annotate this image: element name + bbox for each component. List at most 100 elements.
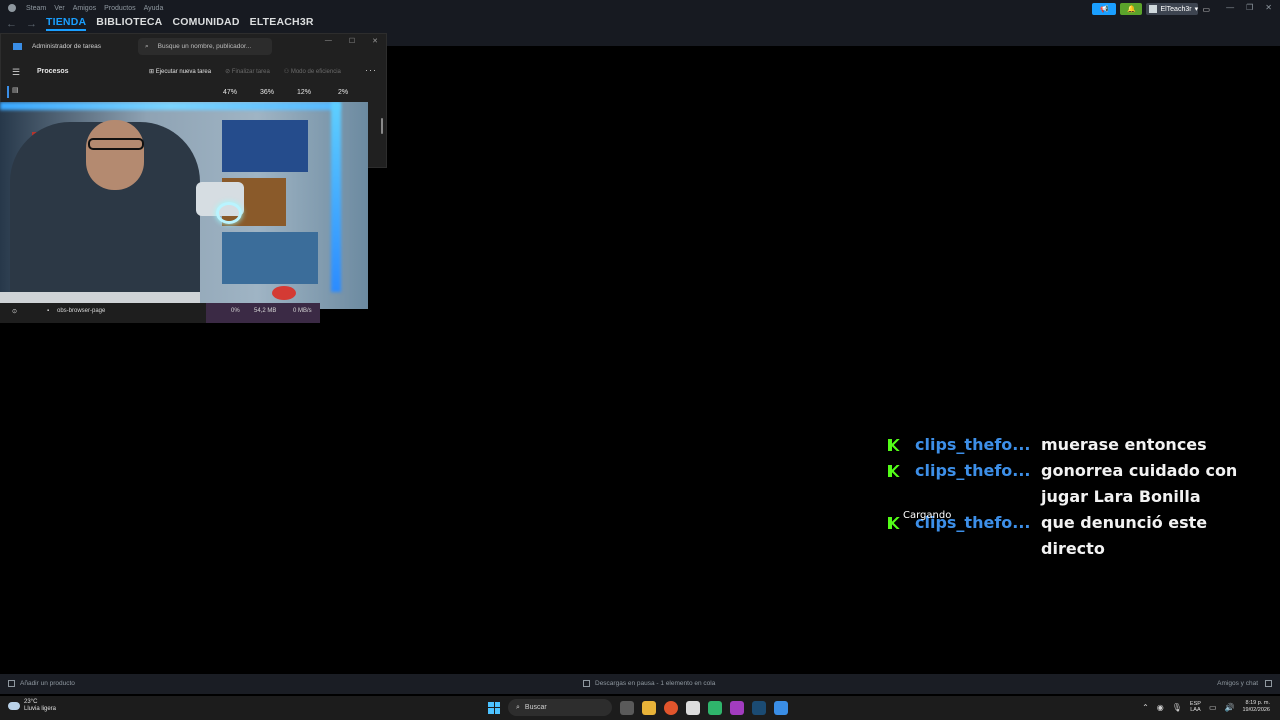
app-icon[interactable] — [708, 700, 722, 715]
menu-productos[interactable]: Productos — [104, 5, 136, 12]
bell-icon: 🔔 — [1127, 6, 1136, 13]
system-tray: ⌃ ◉ 🎙 ESP LAA ▭ 🔊 8:19 p. m. 19/02/2026 — [1142, 700, 1270, 714]
process-memory: 54,2 MB — [254, 308, 277, 314]
microphone-icon[interactable]: 🎙 — [1172, 703, 1182, 712]
weather-temp: 23°C — [24, 699, 38, 705]
task-manager-toolbar: ⊞ Ejecutar nueva tarea ⊘ Finalizar tarea… — [149, 68, 341, 75]
tray-app-icon[interactable]: ◉ — [1157, 703, 1164, 712]
avatar — [1149, 5, 1158, 13]
taskbar-search[interactable]: ⌕ Buscar — [508, 699, 612, 716]
streamer-head — [86, 120, 144, 190]
loading-label: Cargando — [903, 510, 952, 521]
notifications-button[interactable]: 🔔 — [1120, 3, 1143, 15]
search-icon: ⌕ — [516, 703, 520, 711]
downloads-status[interactable]: Descargas en pausa - 1 elemento en cola — [583, 680, 715, 687]
downloads-label: Descargas en pausa - 1 elemento en cola — [595, 680, 716, 687]
scrollbar[interactable] — [381, 118, 383, 134]
big-picture-icon[interactable]: ▭ — [1202, 5, 1210, 14]
network-usage[interactable]: 2% — [338, 89, 348, 96]
disk-usage[interactable]: 12% — [297, 89, 311, 96]
table-row[interactable]: ⊙ ▪ obs-browser-page 0% 54,2 MB 0 MB/s — [0, 303, 320, 323]
weather-widget[interactable]: 23°C Lluvia ligera — [8, 699, 56, 713]
process-search-input[interactable]: ⌕ Busque un nombre, publicador... — [138, 38, 272, 55]
file-explorer-icon[interactable] — [642, 700, 656, 715]
steam-icon[interactable] — [752, 700, 766, 715]
run-new-task-button[interactable]: ⊞ Ejecutar nueva tarea — [149, 68, 211, 75]
steam-logo-icon — [8, 4, 16, 12]
friends-chat-button[interactable]: Amigos y chat — [1217, 680, 1272, 687]
wall-poster — [222, 232, 318, 284]
user-menu-button[interactable]: ElTeach3r ▾ — [1146, 3, 1199, 15]
close-icon[interactable]: ✕ — [1265, 3, 1272, 12]
start-button[interactable] — [488, 701, 500, 714]
chat-text: que denunció este directo — [1041, 513, 1208, 558]
webcam-overlay: limpbizkit — [0, 102, 368, 309]
led-strip — [0, 102, 340, 110]
menu-steam[interactable]: Steam — [26, 5, 46, 12]
chevron-up-icon[interactable]: ⌃ — [1142, 703, 1149, 712]
steam-tabs: TIENDA BIBLIOTECA COMUNIDAD ELTEACH3R — [46, 16, 314, 31]
search-placeholder: Busque un nombre, publicador... — [157, 43, 252, 50]
firefox-icon[interactable] — [664, 700, 678, 715]
menu-amigos[interactable]: Amigos — [73, 5, 96, 12]
maximize-icon[interactable]: ❐ — [1246, 3, 1253, 12]
maximize-icon[interactable]: ☐ — [349, 37, 355, 45]
language-indicator[interactable]: ESP LAA — [1190, 701, 1201, 713]
task-manager-window-controls: — ☐ ✕ — [325, 37, 378, 45]
volume-icon[interactable]: 🔊 — [1225, 703, 1235, 712]
hamburger-menu-icon[interactable]: ☰ — [12, 67, 20, 78]
more-options-icon[interactable]: ··· — [365, 65, 377, 75]
minimize-icon[interactable]: — — [1226, 3, 1234, 12]
task-view-icon[interactable] — [620, 700, 634, 715]
chat-text: muerase entonces — [1041, 435, 1207, 454]
chat-message: clips_thefo... muerase entonces — [888, 432, 1268, 458]
task-manager-icon — [13, 43, 22, 50]
add-product-button[interactable]: Añadir un producto — [8, 680, 75, 687]
efficiency-mode-button[interactable]: ⚇ Modo de eficiencia — [284, 68, 341, 75]
minimize-icon[interactable]: — — [325, 37, 332, 45]
back-arrow-icon[interactable]: ← — [6, 18, 17, 30]
menu-ver[interactable]: Ver — [54, 5, 65, 12]
menu-ayuda[interactable]: Ayuda — [144, 5, 164, 12]
tab-profile[interactable]: ELTEACH3R — [250, 16, 314, 31]
process-disk: 0 MB/s — [293, 308, 312, 314]
search-label: Buscar — [524, 704, 547, 711]
page-title: Procesos — [37, 68, 69, 75]
forward-arrow-icon[interactable]: → — [26, 18, 37, 30]
chat-text: gonorrea cuidado con jugar Lara Bonilla — [1041, 461, 1238, 506]
steam-window-controls: — ❐ ✕ — [1226, 3, 1272, 12]
tab-comunidad[interactable]: COMUNIDAD — [172, 16, 239, 31]
lang-secondary: LAA — [1190, 707, 1201, 713]
led-strip — [331, 102, 341, 292]
end-task-button[interactable]: ⊘ Finalizar tarea — [225, 68, 270, 75]
steam-footer: Añadir un producto Descargas en pausa - … — [0, 674, 1280, 694]
chat-overlay: clips_thefo... muerase entonces clips_th… — [888, 432, 1268, 562]
obs-icon[interactable] — [730, 700, 744, 715]
ring-light — [216, 202, 242, 224]
expand-icon[interactable]: ⊙ — [12, 308, 17, 315]
weather-desc: Lluvia ligera — [24, 706, 57, 712]
clock[interactable]: 8:19 p. m. 19/02/2026 — [1242, 700, 1270, 714]
kick-logo-icon — [888, 439, 900, 451]
glasses — [88, 138, 144, 150]
close-icon[interactable]: ✕ — [372, 37, 378, 45]
search-icon: ⌕ — [145, 42, 149, 50]
task-manager-icon[interactable] — [774, 700, 788, 715]
tab-tienda[interactable]: TIENDA — [46, 16, 87, 31]
red-object — [272, 286, 296, 300]
store-icon[interactable] — [686, 700, 700, 715]
process-cpu: 0% — [231, 308, 240, 314]
process-icon: ▪ — [47, 308, 50, 314]
efficiency-mode-label: Modo de eficiencia — [290, 69, 341, 75]
memory-usage[interactable]: 36% — [260, 89, 274, 96]
network-icon[interactable]: ▭ — [1209, 703, 1217, 712]
processes-nav-icon[interactable]: ▤ — [7, 86, 19, 98]
broadcast-button[interactable]: 📢 — [1092, 3, 1117, 15]
plus-icon — [8, 680, 15, 687]
cpu-usage[interactable]: 47% — [223, 89, 237, 96]
windows-taskbar: 23°C Lluvia ligera ⌕ Buscar ⌃ ◉ 🎙 ESP LA… — [0, 696, 1280, 720]
task-manager-titlebar: Administrador de tareas — [13, 43, 101, 50]
tab-biblioteca[interactable]: BIBLIOTECA — [96, 16, 162, 31]
user-name: ElTeach3r — [1160, 5, 1192, 13]
chat-username: clips_thefo... — [915, 435, 1031, 454]
